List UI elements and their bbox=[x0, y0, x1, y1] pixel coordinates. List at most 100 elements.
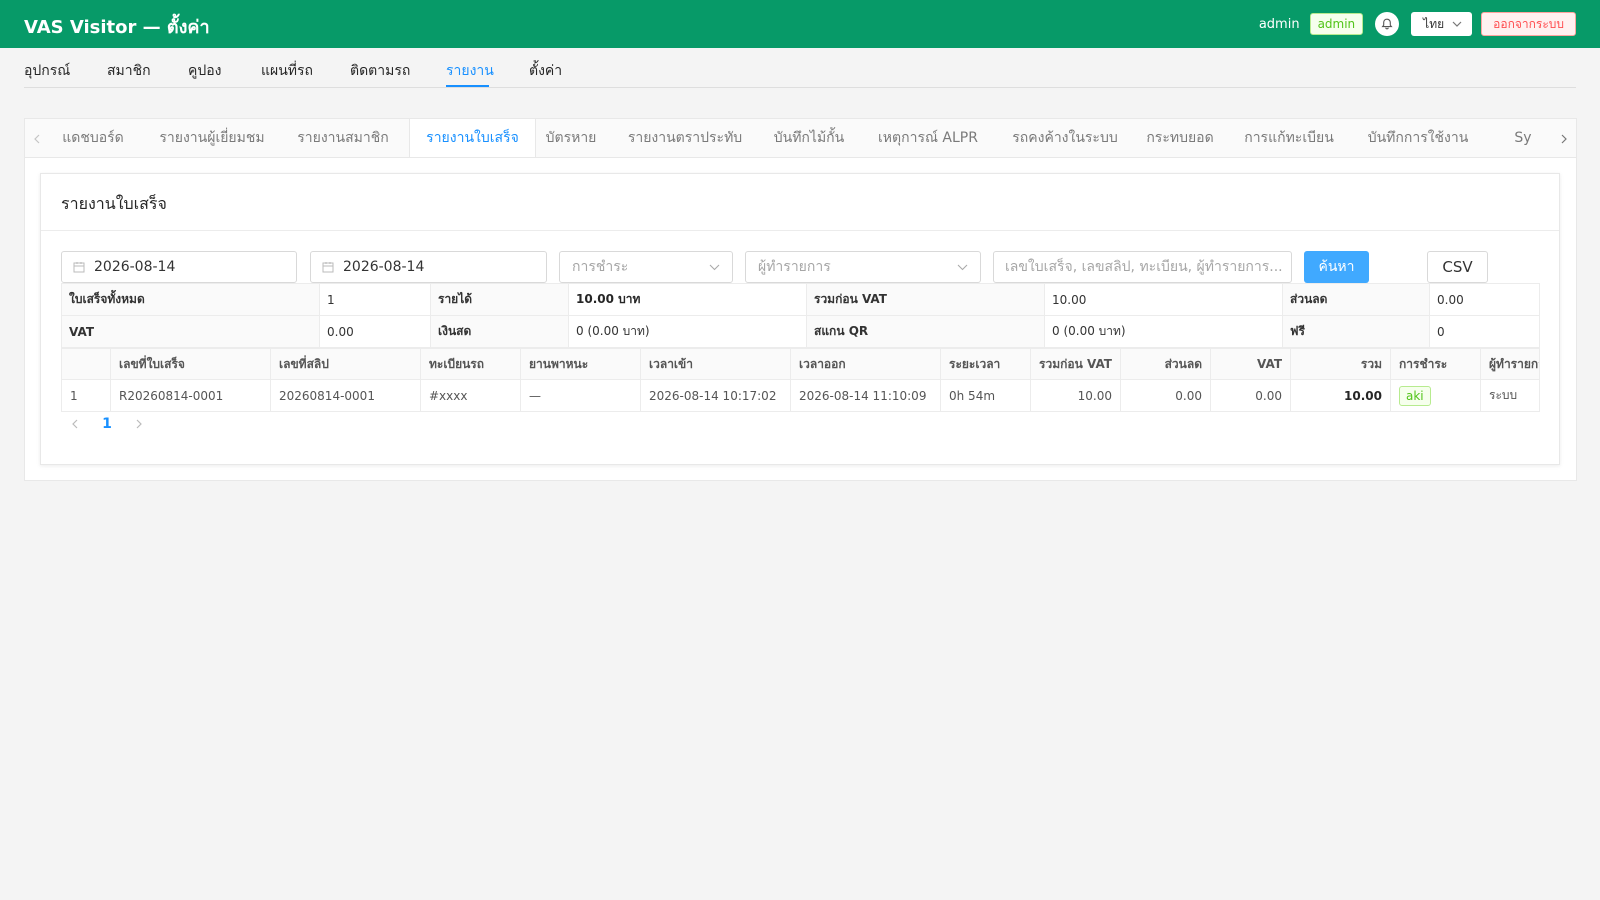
calendar-icon bbox=[322, 262, 334, 273]
nav-item-devices[interactable]: อุปกรณ์ bbox=[24, 60, 70, 82]
column-header: ผู้ทำรายการ bbox=[1480, 348, 1540, 380]
table-row[interactable]: 1 R20260814-0001 20260814-0001 #xxxx — 2… bbox=[61, 379, 1540, 412]
bell-icon bbox=[1381, 18, 1393, 30]
search-placeholder: เลขใบเสร็จ, เลขสลิป, ทะเบียน, ผู้ทำรายกา… bbox=[1005, 259, 1283, 275]
app-title: VAS Visitor — ตั้งค่า bbox=[24, 17, 210, 38]
duration: 0h 54m bbox=[940, 379, 1031, 412]
nav-item-vehicle-map[interactable]: แผนที่รถ bbox=[261, 60, 313, 82]
tab-member-report[interactable]: รายงานสมาชิก bbox=[284, 119, 402, 157]
csv-export-button[interactable]: CSV bbox=[1427, 251, 1488, 283]
column-header: VAT bbox=[1210, 348, 1291, 380]
summary-row: ใบเสร็จทั้งหมด 1 รายได้ 10.00 บาท รวมก่อ… bbox=[61, 283, 1540, 316]
summary-value: 0 (0.00 บาท) bbox=[1044, 315, 1283, 348]
subtotal: 10.00 bbox=[1030, 379, 1121, 412]
slip-number: 20260814-0001 bbox=[270, 379, 421, 412]
report-tabs: แดชบอร์ด รายงานผู้เยี่ยมชม รายงานสมาชิก … bbox=[25, 119, 1576, 158]
operator-select[interactable]: ผู้ทำรายการ bbox=[745, 251, 981, 283]
payment-cell: aki bbox=[1390, 379, 1481, 412]
column-header: เลขที่สลิป bbox=[270, 348, 421, 380]
operator: ระบบ bbox=[1480, 379, 1540, 412]
license-plate: #xxxx bbox=[420, 379, 521, 412]
column-header: ทะเบียนรถ bbox=[420, 348, 521, 380]
nav-item-reports[interactable]: รายงาน bbox=[446, 60, 494, 82]
total: 10.00 bbox=[1290, 379, 1391, 412]
main-nav: อุปกรณ์ สมาชิก คูปอง แผนที่รถ ติดตามรถ ร… bbox=[24, 48, 1576, 88]
summary-row: VAT 0.00 เงินสด 0 (0.00 บาท) สแกน QR 0 (… bbox=[61, 315, 1540, 348]
column-header: ระยะเวลา bbox=[940, 348, 1031, 380]
pagination: 1 bbox=[61, 414, 153, 434]
next-page-button[interactable] bbox=[125, 419, 153, 429]
summary-table: ใบเสร็จทั้งหมด 1 รายได้ 10.00 บาท รวมก่อ… bbox=[61, 283, 1540, 348]
role-badge: admin bbox=[1309, 13, 1364, 35]
summary-value: 10.00 bbox=[1044, 283, 1283, 316]
tab-usage-log[interactable]: บันทึกการใช้งาน bbox=[1355, 119, 1481, 157]
summary-value: 0 bbox=[1429, 315, 1540, 348]
tab-dashboard[interactable]: แดชบอร์ด bbox=[50, 119, 136, 157]
column-header: รวม bbox=[1290, 348, 1391, 380]
tab-pending-vehicles[interactable]: รถคงค้างในระบบ bbox=[1002, 119, 1128, 157]
summary-value: 0.00 bbox=[319, 315, 431, 348]
tab-stamp-report[interactable]: รายงานตราประทับ bbox=[615, 119, 755, 157]
entry-time: 2026-08-14 10:17:02 bbox=[640, 379, 791, 412]
column-header: เวลาเข้า bbox=[640, 348, 791, 380]
column-header: การชำระ bbox=[1390, 348, 1481, 380]
nav-item-settings[interactable]: ตั้งค่า bbox=[529, 60, 562, 82]
column-header: ยานพาหนะ bbox=[520, 348, 641, 380]
summary-label: เงินสด bbox=[430, 315, 569, 348]
receipts-table: เลขที่ใบเสร็จ เลขที่สลิป ทะเบียนรถ ยานพา… bbox=[61, 348, 1540, 412]
tabs-scroll-left[interactable] bbox=[25, 119, 49, 157]
prev-page-button[interactable] bbox=[61, 419, 89, 429]
summary-label: รวมก่อน VAT bbox=[806, 283, 1045, 316]
nav-item-coupons[interactable]: คูปอง bbox=[188, 60, 222, 82]
chevron-left-icon bbox=[72, 419, 78, 429]
summary-value: 1 bbox=[319, 283, 431, 316]
summary-label: ส่วนลด bbox=[1282, 283, 1430, 316]
tab-plate-correction[interactable]: การแก้ทะเบียน bbox=[1235, 119, 1343, 157]
vat: 0.00 bbox=[1210, 379, 1291, 412]
tab-alpr-events[interactable]: เหตุการณ์ ALPR bbox=[866, 119, 990, 157]
tab-receipt-report[interactable]: รายงานใบเสร็จ bbox=[409, 119, 536, 157]
language-value: ไทย bbox=[1423, 16, 1445, 31]
tabs-scroll-right[interactable] bbox=[1552, 119, 1576, 157]
chevron-down-icon bbox=[1452, 21, 1462, 27]
date-from-value: 2026-08-14 bbox=[94, 259, 176, 275]
page-number[interactable]: 1 bbox=[89, 416, 125, 432]
language-select[interactable]: ไทย bbox=[1411, 12, 1473, 36]
search-input[interactable]: เลขใบเสร็จ, เลขสลิป, ทะเบียน, ผู้ทำรายกา… bbox=[993, 251, 1292, 283]
column-header: เลขที่ใบเสร็จ bbox=[110, 348, 271, 380]
tab-barrier-log[interactable]: บันทึกไม้กั้น bbox=[763, 119, 855, 157]
column-header: รวมก่อน VAT bbox=[1030, 348, 1121, 380]
nav-item-vehicle-tracking[interactable]: ติดตามรถ bbox=[350, 60, 410, 82]
summary-label: รายได้ bbox=[430, 283, 569, 316]
date-to-picker[interactable]: 2026-08-14 bbox=[310, 251, 547, 283]
payment-placeholder: การชำระ bbox=[572, 259, 629, 275]
header-actions: admin admin ไทย ออกจากระบบ bbox=[1259, 11, 1576, 37]
summary-label: VAT bbox=[61, 315, 320, 348]
receipt-report-card: รายงานใบเสร็จ 2026-08-14 2026-08-14 การช… bbox=[40, 173, 1560, 465]
tab-reconciliation[interactable]: กระทบยอด bbox=[1139, 119, 1221, 157]
summary-label: ใบเสร็จทั้งหมด bbox=[61, 283, 320, 316]
tab-lost-card[interactable]: บัตรหาย bbox=[536, 119, 606, 157]
notification-button[interactable] bbox=[1375, 12, 1400, 36]
vehicle-type: — bbox=[520, 379, 641, 412]
card-title: รายงานใบเสร็จ bbox=[41, 174, 1559, 231]
tab-system[interactable]: Sy bbox=[1493, 119, 1553, 157]
chevron-right-icon bbox=[136, 419, 142, 429]
tab-visitor-report[interactable]: รายงานผู้เยี่ยมชม bbox=[142, 119, 282, 157]
nav-active-indicator bbox=[446, 85, 489, 87]
exit-time: 2026-08-14 11:10:09 bbox=[790, 379, 941, 412]
date-to-value: 2026-08-14 bbox=[343, 259, 425, 275]
summary-value: 10.00 บาท bbox=[568, 283, 807, 316]
date-from-picker[interactable]: 2026-08-14 bbox=[61, 251, 297, 283]
table-header-row: เลขที่ใบเสร็จ เลขที่สลิป ทะเบียนรถ ยานพา… bbox=[61, 348, 1540, 380]
payment-select[interactable]: การชำระ bbox=[559, 251, 733, 283]
nav-item-members[interactable]: สมาชิก bbox=[107, 60, 151, 82]
receipt-number: R20260814-0001 bbox=[110, 379, 271, 412]
search-button[interactable]: ค้นหา bbox=[1304, 251, 1369, 283]
column-header: เวลาออก bbox=[790, 348, 941, 380]
chevron-down-icon bbox=[957, 264, 968, 271]
discount: 0.00 bbox=[1120, 379, 1211, 412]
logout-button[interactable]: ออกจากระบบ bbox=[1481, 12, 1576, 36]
chevron-right-icon bbox=[1561, 134, 1567, 143]
operator-placeholder: ผู้ทำรายการ bbox=[758, 259, 831, 275]
